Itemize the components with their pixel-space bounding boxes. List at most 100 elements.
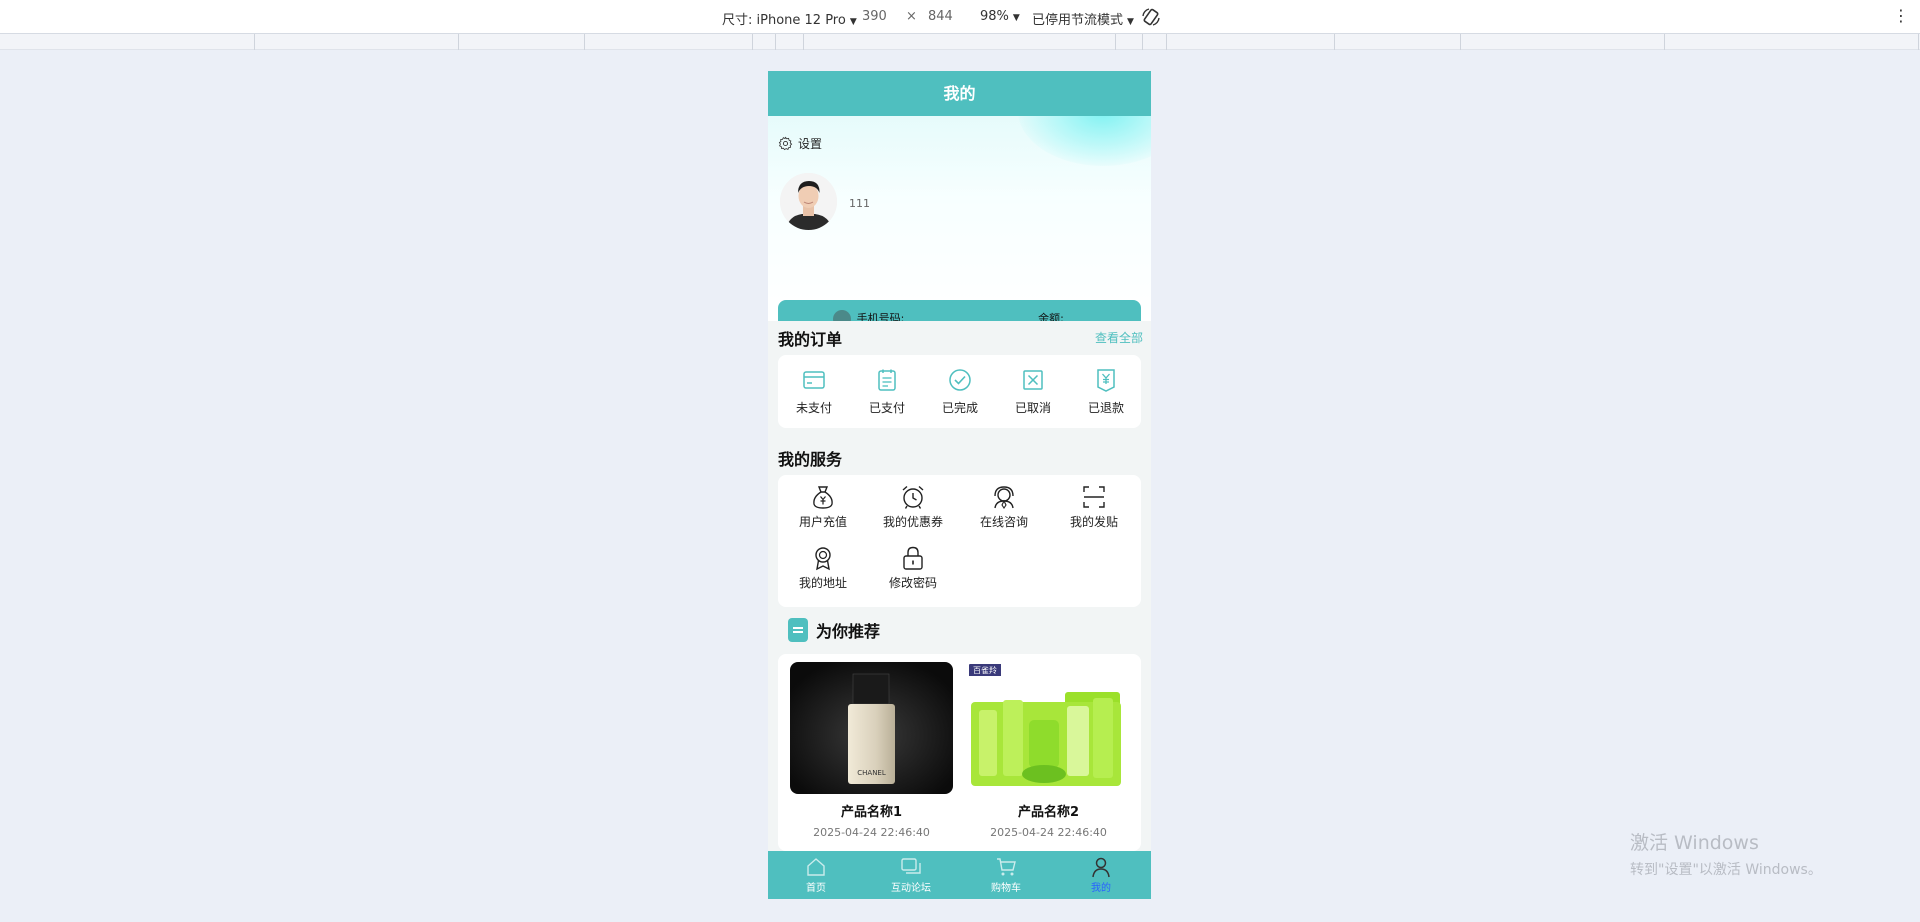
tab-profile[interactable]: 我的 [1063,856,1139,894]
product-image: 百雀羚 [967,662,1130,794]
product-name: 产品名称1 [840,805,903,820]
windows-activation-watermark: 激活 Windows 转到"设置"以激活 Windows。 [1630,828,1822,879]
service-posts-button[interactable]: 我的发贴 [1054,484,1134,530]
orders-title: 我的订单 [778,330,843,349]
support-agent-icon [994,486,1014,509]
order-cancelled-button[interactable]: 已取消 [1003,367,1063,416]
order-label: 已支付 [868,401,905,415]
zoom-select[interactable]: 98% ▼ [980,9,1020,24]
width-input[interactable]: 390 [862,9,887,24]
chevron-down-icon: ▼ [849,17,857,27]
alarm-clock-icon [902,485,924,509]
tab-label: 互动论坛 [891,883,931,894]
document-icon [878,369,896,391]
media-query-ruler [0,34,1920,50]
username: 111 [849,197,870,210]
product-brand-text: CHANEL [857,769,886,777]
throttle-select[interactable]: 已停用节流模式 ▼ [1032,9,1134,28]
rotate-icon[interactable] [1141,7,1161,27]
product-brand-text: 百雀羚 [973,665,997,675]
tab-label: 我的 [1091,883,1111,894]
device-label: 尺寸: iPhone 12 Pro [722,13,846,28]
order-refunded-button[interactable]: 已退款 [1076,367,1136,416]
account-info-card: 手机号码: 15211111111 余额: 470 [778,300,1141,321]
watermark-line2: 转到"设置"以激活 Windows。 [1630,862,1822,878]
service-address-button[interactable]: 我的地址 [783,545,863,591]
skincare-set-image: 百雀羚 [967,662,1130,794]
product-image: CHANEL [790,662,953,794]
service-label: 我的优惠券 [882,515,943,529]
height-input[interactable]: 844 [928,9,953,24]
product-card[interactable]: 百雀羚 产品名称2 2025-04-24 22:46:40 [967,662,1130,839]
chevron-down-icon: ▼ [1012,13,1020,23]
product-time: 2025-04-24 22:46:40 [813,826,930,839]
user-icon [1092,857,1110,878]
tab-label: 购物车 [991,883,1021,894]
product-name: 产品名称2 [1017,805,1080,820]
page-title: 我的 [768,71,1151,116]
tab-home[interactable]: 首页 [778,856,854,894]
service-label: 修改密码 [888,576,937,590]
chevron-down-icon: ▼ [1127,17,1134,27]
cart-icon [997,858,1016,876]
settings-label: 设置 [798,137,823,151]
services-title: 我的服务 [778,450,843,469]
service-coupon-button[interactable]: 我的优惠券 [873,484,953,530]
card-icon [803,371,825,389]
order-unpaid-button[interactable]: 未支付 [784,367,844,416]
list-icon [788,618,808,642]
settings-button[interactable]: 设置 [778,135,822,152]
orders-card: 未支付 已支付 已完成 已取消 已退款 [778,355,1141,428]
zoom-label: 98% [980,9,1009,24]
phone-info: 手机号码: 15211111111 [828,310,933,321]
avatar-image [780,173,837,230]
forum-icon [901,858,921,874]
order-label: 已退款 [1087,401,1124,415]
home-icon [807,858,825,876]
product-card[interactable]: CHANEL 产品名称1 2025-04-24 22:46:40 [790,662,953,839]
gear-icon [778,136,793,151]
order-label: 未支付 [795,401,832,415]
tab-forum[interactable]: 互动论坛 [873,856,949,894]
lock-icon [903,546,923,570]
balance-info: 余额: 470 [1016,310,1086,321]
order-label: 已完成 [941,401,978,415]
balance-label: 余额: [1038,312,1064,321]
watermark-line1: 激活 Windows [1630,832,1759,854]
money-bag-icon [813,486,833,509]
service-consult-button[interactable]: 在线咨询 [964,484,1044,530]
check-circle-icon [949,369,971,391]
order-paid-button[interactable]: 已支付 [857,367,917,416]
service-label: 我的发贴 [1069,515,1118,529]
service-password-button[interactable]: 修改密码 [873,545,953,591]
yen-receipt-icon [1097,369,1115,392]
perfume-bottle-image: CHANEL [790,662,953,794]
more-options-icon[interactable]: ⋮ [1893,8,1909,24]
device-select[interactable]: 尺寸: iPhone 12 Pro ▼ [722,9,857,28]
phone-viewport: 我的 设置 111 手机号码: 152111111 [768,71,1151,899]
devtools-toolbar: 尺寸: iPhone 12 Pro ▼ 390 × 844 98% ▼ 已停用节流模… [0,0,1920,34]
scan-icon [1083,486,1105,508]
service-label: 我的地址 [798,576,847,590]
decorative-glow [1018,116,1151,166]
tab-cart[interactable]: 购物车 [968,856,1044,894]
phone-label: 手机号码: [856,312,905,321]
cancel-box-icon [1023,370,1043,390]
recommend-header: 为你推荐 [788,618,880,642]
throttle-label: 已停用节流模式 [1032,13,1124,28]
order-label: 已取消 [1014,401,1051,415]
profile-header: 设置 111 手机号码: 15211111111 余额: 470 [768,116,1151,321]
service-label: 在线咨询 [979,515,1028,529]
avatar[interactable] [780,173,837,230]
bottom-tabbar: 首页 互动论坛 购物车 我的 [768,851,1151,899]
view-all-orders-link[interactable]: 查看全部 [1095,329,1143,346]
recommend-title: 为你推荐 [816,622,881,641]
service-recharge-button[interactable]: 用户充值 [783,484,863,530]
tab-label: 首页 [806,883,826,894]
times-sign: × [906,9,917,24]
award-icon [815,547,831,571]
service-label: 用户充值 [798,515,847,529]
product-time: 2025-04-24 22:46:40 [990,826,1107,839]
services-card: 用户充值 我的优惠券 在线咨询 我的发贴 我的地址 修改密码 [778,475,1141,607]
order-completed-button[interactable]: 已完成 [930,367,990,416]
